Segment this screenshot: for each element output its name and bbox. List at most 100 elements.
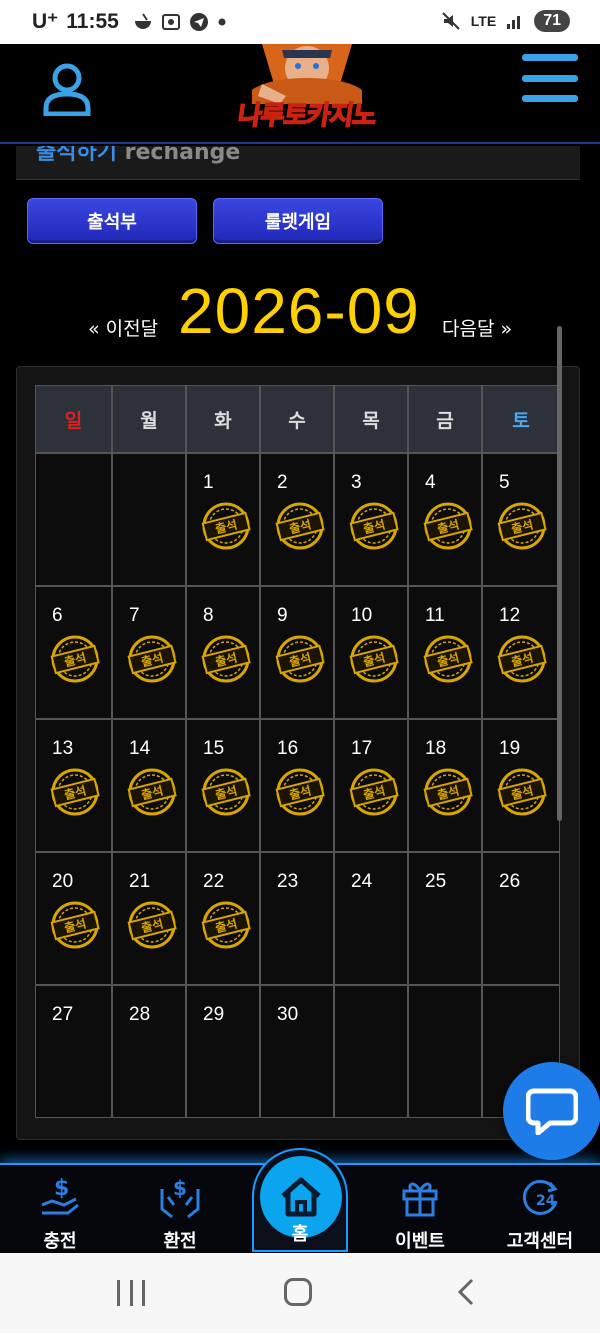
battery-indicator: 71 <box>534 10 570 32</box>
day-number: 11 <box>425 605 445 626</box>
attendance-stamp-icon: 출석 <box>127 901 177 949</box>
day-number: 1 <box>203 472 214 493</box>
telegram-icon <box>189 12 208 31</box>
next-month-link[interactable]: 다음달 » <box>442 314 512 341</box>
calendar-day-cell: 9 출석 <box>260 586 334 719</box>
nav-exchange-label: 환전 <box>163 1231 197 1252</box>
day-number: 22 <box>203 871 225 892</box>
calendar-day-cell: 15 출석 <box>186 719 260 852</box>
nav-home-label: 홈 <box>291 1224 309 1245</box>
recent-bar <box>117 1280 120 1306</box>
status-left: U⁺ 11:55 <box>32 9 227 34</box>
attendance-stamp-icon: 출석 <box>50 901 100 949</box>
recent-bar <box>129 1280 133 1306</box>
tab-roulette[interactable]: 룰렛게임 <box>213 198 383 244</box>
calendar-day-cell: 16 출석 <box>260 719 334 852</box>
screenshot-icon <box>161 13 180 30</box>
calendar-day-cell: 29 <box>186 985 260 1118</box>
day-number: 18 <box>425 738 447 759</box>
day-number: 24 <box>351 871 373 892</box>
site-logo[interactable]: 나루토카지노 <box>222 44 392 140</box>
calendar-day-cell: 14 출석 <box>112 719 186 852</box>
calendar-day-cell: 10 출석 <box>334 586 408 719</box>
day-number: 2 <box>277 472 288 493</box>
calendar-day-cell: 5 출석 <box>482 453 560 586</box>
recent-apps-button[interactable] <box>117 1280 145 1306</box>
section-title-en: rechange <box>124 146 241 165</box>
attendance-stamp-icon: 출석 <box>127 768 177 816</box>
prev-month-link[interactable]: « 이전달 <box>88 314 158 341</box>
user-icon <box>43 63 91 116</box>
calendar-grid: 1 출석 2 출석 3 출석 4 출석 5 출석 6 출석 7 출석 8 출석 9 출석 10 출석 11 출석 12 출석 1… <box>35 453 565 1118</box>
calendar: 일 월 화 수 목 금 토 1 출석 2 출석 3 출석 4 출석 5 출석 6 출석 7 출석 8 출석 9 출… <box>35 385 565 1118</box>
calendar-day-cell: 6 출석 <box>35 586 112 719</box>
section-title-ko: 출석하기 <box>36 146 117 165</box>
attendance-stamp-icon: 출석 <box>349 502 399 550</box>
live-chat-button[interactable] <box>503 1062 600 1160</box>
menu-bar <box>522 54 578 61</box>
attendance-stamp-icon: 출석 <box>275 502 325 550</box>
calendar-day-cell: 3 출석 <box>334 453 408 586</box>
svg-text:$: $ <box>54 1176 69 1201</box>
calendar-day-cell: 21 출석 <box>112 852 186 985</box>
logo-text: 나루토카지노 <box>235 100 378 132</box>
calendar-day-cell: 18 출석 <box>408 719 482 852</box>
svg-text:24: 24 <box>536 1193 556 1209</box>
recent-bar <box>142 1280 145 1306</box>
attendance-stamp-icon: 출석 <box>423 635 473 683</box>
month-navigation: « 이전달 2026-09 다음달 » <box>16 274 580 347</box>
nav-support-label: 고객센터 <box>506 1231 574 1252</box>
attendance-stamp-icon: 출석 <box>50 635 100 683</box>
day-number: 3 <box>351 472 362 493</box>
nav-event-label: 이벤트 <box>395 1231 445 1252</box>
day-number: 30 <box>277 1004 299 1025</box>
chat-bubble-icon <box>526 1088 578 1135</box>
nav-charge[interactable]: $ 충전 <box>0 1175 120 1255</box>
day-number: 8 <box>203 605 214 626</box>
day-number: 16 <box>277 738 299 759</box>
nav-home[interactable]: 홈 <box>252 1148 348 1252</box>
nav-support[interactable]: 24 고객센터 <box>480 1175 600 1255</box>
day-number: 19 <box>499 738 521 759</box>
day-number: 9 <box>277 605 288 626</box>
calendar-day-cell: 19 출석 <box>482 719 560 852</box>
weekday-sat: 토 <box>482 385 560 453</box>
attendance-stamp-icon: 출석 <box>201 502 251 550</box>
day-number: 4 <box>425 472 436 493</box>
day-number: 21 <box>129 871 151 892</box>
calendar-box: 일 월 화 수 목 금 토 1 출석 2 출석 3 출석 4 출석 5 출석 6 출석 7 출석 8 출석 9 출… <box>16 366 580 1140</box>
section-title: 출석하기 rechange <box>36 146 240 166</box>
user-button[interactable] <box>26 44 108 134</box>
attendance-stamp-icon: 출석 <box>423 502 473 550</box>
calendar-day-cell: 11 출석 <box>408 586 482 719</box>
tab-attendance[interactable]: 출석부 <box>27 198 197 244</box>
day-number: 26 <box>499 871 521 892</box>
hamburger-menu-button[interactable] <box>522 54 578 102</box>
weekday-fri: 금 <box>408 385 482 453</box>
menu-bar <box>522 95 578 102</box>
deposit-icon: $ <box>41 1176 79 1215</box>
status-right: LTE 71 <box>441 10 570 32</box>
weekday-sun: 일 <box>35 385 112 453</box>
calendar-empty-cell <box>112 453 186 586</box>
system-home-button[interactable] <box>284 1278 312 1306</box>
day-number: 7 <box>129 605 140 626</box>
scrollbar[interactable] <box>557 326 562 821</box>
day-number: 29 <box>203 1004 225 1025</box>
current-month: 2026-09 <box>178 275 420 347</box>
top-header: 나루토카지노 <box>0 44 600 144</box>
day-number: 10 <box>351 605 373 626</box>
weekday-mon: 월 <box>112 385 186 453</box>
back-icon[interactable] <box>452 1277 482 1307</box>
nav-event[interactable]: 이벤트 <box>360 1175 480 1255</box>
calendar-day-cell: 1 출석 <box>186 453 260 586</box>
nav-exchange[interactable]: $ 환전 <box>120 1175 240 1255</box>
status-bar: U⁺ 11:55 LTE 71 <box>0 0 600 44</box>
day-number: 17 <box>351 738 373 759</box>
attendance-stamp-icon: 출석 <box>127 635 177 683</box>
calendar-day-cell: 13 출석 <box>35 719 112 852</box>
attendance-stamp-icon: 출석 <box>275 768 325 816</box>
calendar-day-cell: 4 출석 <box>408 453 482 586</box>
attendance-stamp-icon: 출석 <box>201 768 251 816</box>
day-number: 15 <box>203 738 225 759</box>
